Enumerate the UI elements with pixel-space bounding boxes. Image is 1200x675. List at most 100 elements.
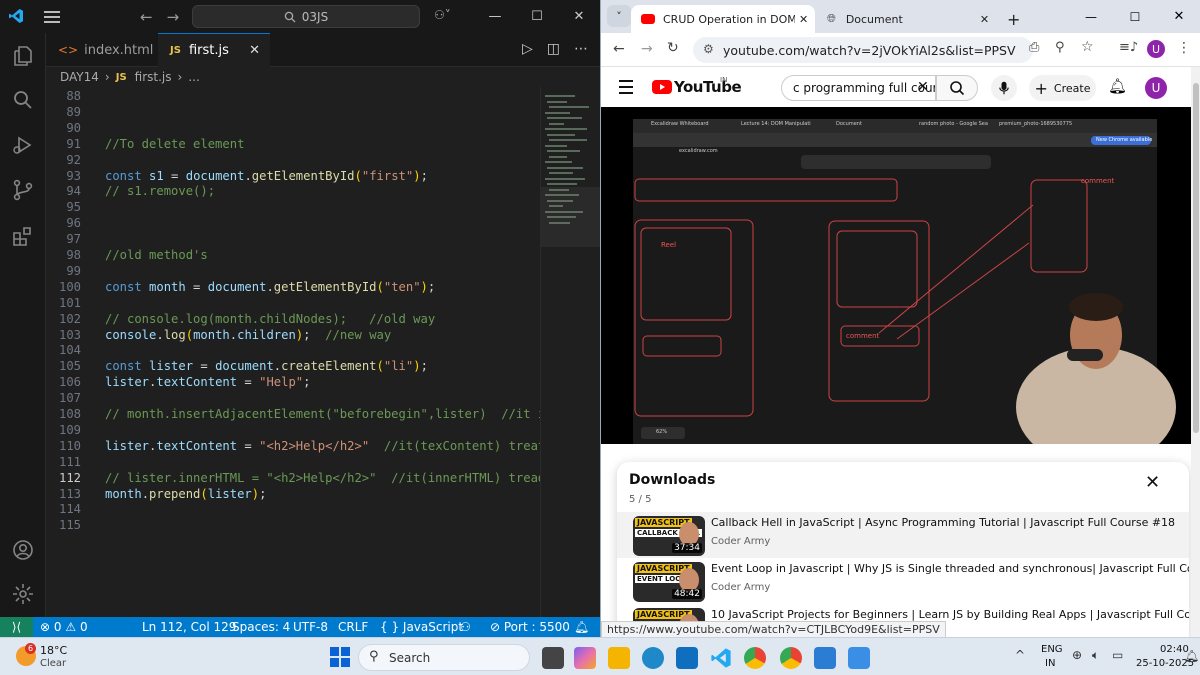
breadcrumb-folder[interactable]: DAY14 [60, 70, 99, 84]
clear-search-icon[interactable]: ✕ [917, 79, 929, 95]
close-button[interactable]: ✕ [1157, 0, 1200, 33]
extensions-icon[interactable] [11, 225, 35, 249]
edge-browser-icon[interactable] [642, 647, 664, 669]
code-line[interactable]: 90 [46, 120, 540, 136]
chrome-tab-document[interactable]: 🌐︎ Document ✕ [817, 5, 997, 33]
youtube-menu-icon[interactable] [619, 80, 633, 94]
line-ending[interactable]: CRLF [338, 620, 368, 634]
download-item[interactable]: JAVASCRIPT CALLBACK HELL 37:34 Callback … [617, 512, 1189, 558]
video-player[interactable]: Reel comment comment 62% excalidraw.com … [601, 107, 1191, 444]
breadcrumb-file[interactable]: first.js [135, 70, 172, 84]
code-line[interactable]: 95 [46, 199, 540, 215]
youtube-logo-text[interactable]: YouTube [674, 78, 742, 96]
vscode-app-icon[interactable] [710, 647, 732, 669]
close-downloads-icon[interactable]: ✕ [1145, 472, 1160, 493]
live-server-port[interactable]: ⊘ Port : 5500 [490, 620, 570, 634]
zoom-icon[interactable]: ⚲ [1055, 40, 1065, 55]
code-line[interactable]: 99 [46, 263, 540, 279]
code-line[interactable]: 105 const lister = document.createElement… [46, 358, 540, 374]
media-controls-icon[interactable]: ≡♪ [1119, 40, 1138, 55]
copilot-status-icon[interactable]: ⚇ [460, 620, 471, 634]
cursor-position[interactable]: Ln 112, Col 129 [142, 620, 236, 634]
youtube-avatar[interactable]: U [1145, 77, 1167, 99]
code-editor[interactable]: 88 89 90 91 //To delete element 92 93 const s1 … [46, 87, 540, 617]
menu-icon[interactable] [44, 11, 60, 26]
maximize-button[interactable]: ☐ [1113, 0, 1157, 33]
close-tab-icon[interactable]: ✕ [249, 43, 260, 58]
weather-desc[interactable]: Clear [40, 658, 66, 669]
code-line[interactable]: 88 [46, 88, 540, 104]
install-app-icon[interactable]: ⎙ [1029, 40, 1039, 55]
code-line[interactable]: 91 //To delete element [46, 136, 540, 152]
tab-search-icon[interactable]: ˅ [607, 5, 631, 27]
photos-app-icon[interactable] [814, 647, 836, 669]
back-arrow-icon[interactable]: ← [613, 41, 625, 57]
remote-indicator-icon[interactable]: ⟩⟨ [0, 617, 33, 637]
youtube-logo-icon[interactable] [652, 80, 672, 94]
source-control-icon[interactable] [11, 178, 35, 202]
code-line[interactable]: 89 [46, 104, 540, 120]
file-explorer-icon[interactable] [608, 647, 630, 669]
chrome-profile-app-icon[interactable] [780, 647, 802, 669]
code-line[interactable]: 104 [46, 342, 540, 358]
code-line[interactable]: 113 month.prepend(lister); [46, 486, 540, 502]
run-debug-icon[interactable] [11, 133, 35, 157]
store-icon[interactable] [676, 647, 698, 669]
battery-icon[interactable]: ▭ [1112, 648, 1123, 662]
code-line[interactable]: 97 [46, 231, 540, 247]
address-bar[interactable]: ⚙ youtube.com/watch?v=2jVOkYiAl2s&list=P… [693, 37, 1033, 63]
snipping-app-icon[interactable] [848, 647, 870, 669]
show-hidden-icons-icon[interactable]: ^ [1015, 648, 1025, 662]
code-line[interactable]: 100 const month = document.getElementById… [46, 279, 540, 295]
copilot-icon[interactable]: ⚇˅ [434, 8, 451, 22]
code-line[interactable]: 112 // lister.innerHTML = "<h2>Help</h2>"… [46, 470, 540, 486]
copilot-app-icon[interactable] [574, 647, 596, 669]
notifications-icon[interactable]: 🔔︎ [574, 620, 589, 634]
maximize-button[interactable]: ☐ [516, 0, 558, 33]
code-line[interactable]: 110 lister.textContent = "<h2>Help</h2>" … [46, 438, 540, 454]
indentation[interactable]: Spaces: 4 [232, 620, 290, 634]
command-center-search[interactable]: 03JS [192, 5, 420, 28]
scrollbar-thumb[interactable] [1193, 83, 1199, 433]
network-icon[interactable]: ⊕ [1072, 648, 1082, 662]
close-tab-icon[interactable]: ✕ [980, 13, 989, 26]
notifications-bell-icon[interactable]: 🔔︎ [1108, 77, 1127, 95]
run-file-icon[interactable]: ▷ [522, 41, 533, 57]
code-line[interactable]: 115 [46, 517, 540, 533]
explorer-icon[interactable] [11, 44, 35, 68]
code-line[interactable]: 111 [46, 454, 540, 470]
code-line[interactable]: 102 // console.log(month.childNodes); //o… [46, 311, 540, 327]
split-editor-icon[interactable]: ◫ [547, 41, 560, 57]
chrome-tab-youtube[interactable]: CRUD Operation in DOM | The ✕ [631, 5, 815, 33]
page-scrollbar[interactable] [1191, 67, 1200, 637]
task-view-icon[interactable] [542, 647, 564, 669]
close-tab-icon[interactable]: ✕ [799, 13, 808, 26]
settings-gear-icon[interactable] [11, 582, 35, 606]
language-line2[interactable]: IN [1045, 658, 1055, 669]
tab-first-js[interactable]: JS first.js ✕ [158, 33, 270, 67]
create-button[interactable]: + Create [1029, 75, 1096, 101]
code-line[interactable]: 108 // month.insertAdjacentElement("befor… [46, 406, 540, 422]
forward-arrow-icon[interactable]: → [641, 41, 653, 57]
youtube-search-input[interactable]: c programming full cours [781, 75, 936, 101]
taskbar-search[interactable]: ⚲ Search [358, 644, 530, 671]
reload-icon[interactable]: ↻ [667, 40, 679, 56]
language-line1[interactable]: ENG [1041, 644, 1063, 655]
account-icon[interactable] [11, 538, 35, 562]
breadcrumb-more[interactable]: ... [188, 70, 199, 84]
notification-center-icon[interactable]: 🔔︎ [1184, 649, 1199, 663]
problems-indicator[interactable]: ⊗ 0 ⚠ 0 [40, 620, 88, 634]
new-tab-button[interactable]: + [1007, 5, 1020, 33]
more-actions-icon[interactable]: ⋯ [574, 41, 588, 57]
close-button[interactable]: ✕ [558, 0, 600, 33]
profile-avatar[interactable]: U [1147, 40, 1165, 58]
minimize-button[interactable]: — [1069, 0, 1113, 33]
minimap[interactable] [540, 87, 601, 617]
code-line[interactable]: 114 [46, 501, 540, 517]
voice-search-icon[interactable] [991, 75, 1017, 101]
chrome-app-icon[interactable] [744, 647, 766, 669]
bookmark-star-icon[interactable]: ☆ [1081, 39, 1094, 55]
code-line[interactable]: 109 [46, 422, 540, 438]
code-line[interactable]: 98 //old method's [46, 247, 540, 263]
code-line[interactable]: 107 [46, 390, 540, 406]
